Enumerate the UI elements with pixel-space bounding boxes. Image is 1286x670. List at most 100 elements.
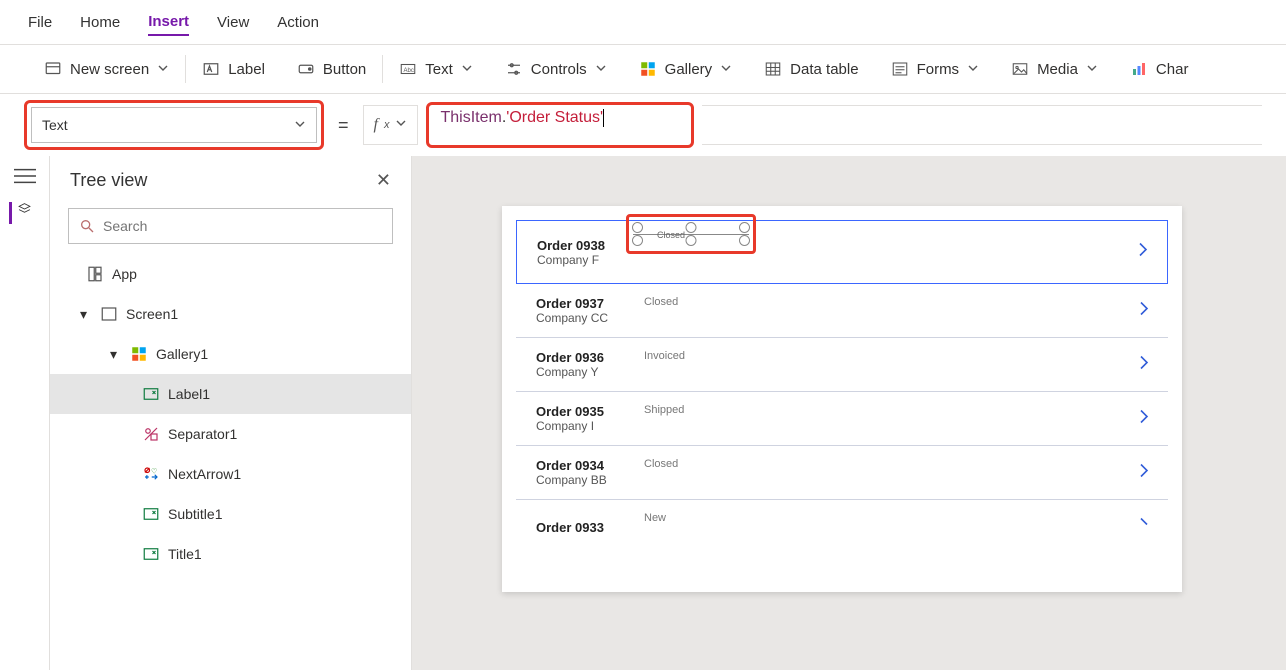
caret-down-icon[interactable]: ▾: [80, 306, 92, 323]
row-subtitle: Company F: [537, 253, 605, 267]
row-status[interactable]: Closed: [657, 230, 685, 240]
gallery-row[interactable]: Order 0938 Company F Closed: [516, 220, 1168, 284]
ribbon-label[interactable]: Label: [186, 45, 281, 93]
ribbon-media-label: Media: [1037, 61, 1078, 78]
menu-action[interactable]: Action: [277, 10, 319, 35]
ribbon-newscreen[interactable]: New screen: [28, 45, 185, 93]
formula-input-highlight: ThisItem.'Order Status': [426, 102, 694, 148]
ribbon-newscreen-label: New screen: [70, 61, 149, 78]
row-subtitle: Company CC: [536, 311, 608, 325]
tree-node-app[interactable]: App: [50, 254, 411, 294]
label-icon: [142, 505, 160, 523]
screen-preview[interactable]: Order 0938 Company F Closed: [502, 206, 1182, 592]
row-status: Invoiced: [644, 350, 685, 362]
tree-node-separator1[interactable]: Separator1: [50, 414, 411, 454]
label-icon: [142, 385, 160, 403]
tree-node-label1[interactable]: Label1: [50, 374, 411, 414]
menubar: File Home Insert View Action: [0, 0, 1286, 44]
ribbon-datatable-label: Data table: [790, 61, 858, 78]
next-arrow-icon[interactable]: [1135, 242, 1151, 263]
row-title: Order 0933: [536, 520, 604, 535]
canvas[interactable]: Order 0938 Company F Closed: [412, 156, 1286, 670]
svg-text:Abc: Abc: [404, 68, 414, 74]
controls-icon: [505, 60, 523, 78]
tree-view-button[interactable]: [9, 202, 31, 224]
chevron-down-icon: [967, 61, 979, 78]
ribbon: New screen Label Button Abc Text Control…: [0, 44, 1286, 94]
gallery-row[interactable]: Order 0933 New: [516, 500, 1168, 554]
property-selector[interactable]: Text: [31, 107, 317, 143]
caret-down-icon[interactable]: ▾: [110, 346, 122, 363]
ribbon-button-label: Button: [323, 61, 366, 78]
formula-bar-extend[interactable]: [702, 105, 1262, 145]
chevron-down-icon: [461, 61, 473, 78]
menu-home[interactable]: Home: [80, 10, 120, 35]
tree-node-screen1[interactable]: ▾ Screen1: [50, 294, 411, 334]
property-selected: Text: [42, 117, 68, 133]
label-icon: [142, 545, 160, 563]
row-subtitle: Company I: [536, 419, 604, 433]
svg-text:♡: ♡: [151, 467, 157, 475]
next-arrow-icon[interactable]: [1136, 354, 1152, 375]
row-subtitle: Company BB: [536, 473, 607, 487]
ribbon-chart-label: Char: [1156, 61, 1189, 78]
search-field[interactable]: [103, 218, 382, 234]
gallery-row[interactable]: Order 0936Company Y Invoiced: [516, 338, 1168, 392]
ribbon-button[interactable]: Button: [281, 45, 382, 93]
row-status: Closed: [644, 296, 678, 308]
next-arrow-icon[interactable]: [1136, 462, 1152, 483]
label-icon: [202, 60, 220, 78]
ribbon-gallery-label: Gallery: [665, 61, 713, 78]
gallery-row[interactable]: Order 0937Company CC Closed: [516, 284, 1168, 338]
chart-icon: [1130, 60, 1148, 78]
tree-nextarrow1-label: NextArrow1: [168, 466, 241, 482]
property-selector-highlight: Text: [24, 100, 324, 150]
ribbon-gallery[interactable]: Gallery: [623, 45, 749, 93]
chevron-down-icon: [294, 117, 306, 133]
fx-button[interactable]: fx: [363, 105, 419, 145]
ribbon-text-label: Text: [425, 61, 453, 78]
ribbon-forms[interactable]: Forms: [875, 45, 996, 93]
chevron-down-icon: [595, 61, 607, 78]
equals-sign: =: [332, 115, 355, 136]
chevron-down-icon: [720, 61, 732, 78]
formula-thisitem: ThisItem: [440, 109, 501, 126]
gallery-row[interactable]: Order 0935Company I Shipped: [516, 392, 1168, 446]
tree-node-title1[interactable]: Title1: [50, 534, 411, 574]
label-selection-highlight: Closed: [626, 214, 756, 254]
ribbon-forms-label: Forms: [917, 61, 960, 78]
row-subtitle: Company Y: [536, 365, 604, 379]
formula-input[interactable]: ThisItem.'Order Status': [432, 107, 688, 143]
tree-node-subtitle1[interactable]: Subtitle1: [50, 494, 411, 534]
tree-subtitle1-label: Subtitle1: [168, 506, 222, 522]
search-input[interactable]: [68, 208, 393, 244]
next-arrow-icon[interactable]: [1136, 408, 1152, 429]
ribbon-text[interactable]: Abc Text: [383, 45, 489, 93]
tree-app-label: App: [112, 266, 137, 282]
button-icon: [297, 60, 315, 78]
newscreen-icon: [44, 60, 62, 78]
menu-view[interactable]: View: [217, 10, 249, 35]
hamburger-icon[interactable]: [14, 168, 36, 184]
menu-file[interactable]: File: [28, 10, 52, 35]
tree-gallery1-label: Gallery1: [156, 346, 208, 362]
gallery-icon: [639, 60, 657, 78]
row-status: New: [644, 512, 666, 524]
ribbon-controls-label: Controls: [531, 61, 587, 78]
next-arrow-icon[interactable]: [1136, 517, 1152, 538]
forms-icon: [891, 60, 909, 78]
tree-node-gallery1[interactable]: ▾ Gallery1: [50, 334, 411, 374]
close-icon[interactable]: ✕: [376, 170, 391, 191]
next-arrow-icon[interactable]: [1136, 300, 1152, 321]
tree-node-nextarrow1[interactable]: ♡ NextArrow1: [50, 454, 411, 494]
menu-insert[interactable]: Insert: [148, 9, 189, 36]
ribbon-datatable[interactable]: Data table: [748, 45, 874, 93]
ribbon-controls[interactable]: Controls: [489, 45, 623, 93]
row-title: Order 0938: [537, 238, 605, 253]
ribbon-media[interactable]: Media: [995, 45, 1114, 93]
row-status: Shipped: [644, 404, 684, 416]
text-icon: Abc: [399, 60, 417, 78]
gallery-row[interactable]: Order 0934Company BB Closed: [516, 446, 1168, 500]
ribbon-chart[interactable]: Char: [1114, 45, 1205, 93]
left-rail: [0, 156, 50, 670]
